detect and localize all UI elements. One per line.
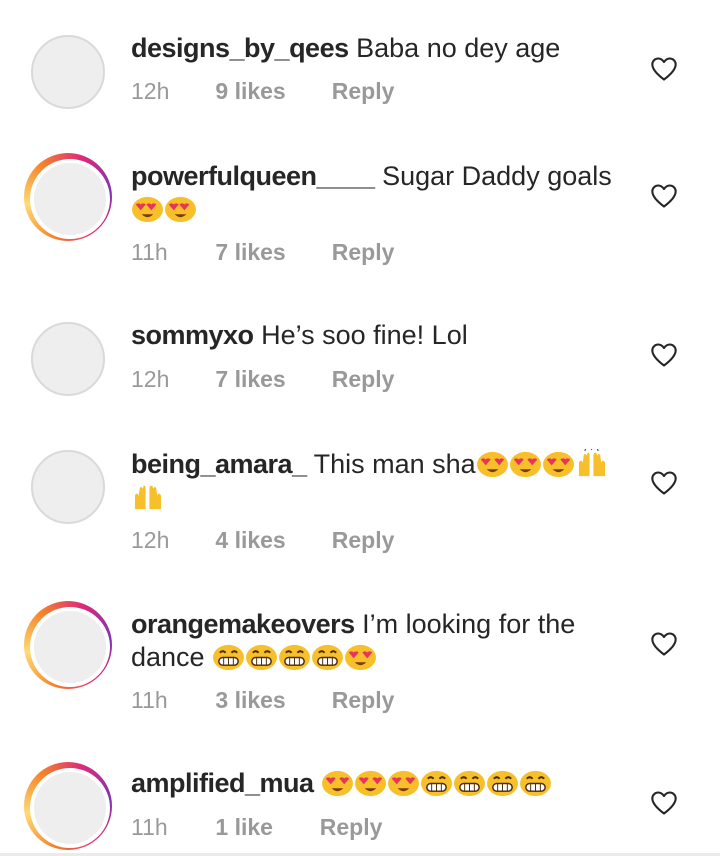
heart-eyes-emoji [476, 451, 508, 478]
comment-time: 12h [131, 78, 170, 104]
reply-button[interactable]: Reply [332, 366, 395, 393]
grinning-emoji [421, 770, 453, 797]
comment-time: 12h [131, 527, 170, 553]
grinning-emoji [279, 644, 311, 671]
heart-outline-icon[interactable] [650, 342, 678, 368]
grinning-emoji [520, 770, 552, 797]
heart-eyes-emoji [322, 770, 354, 797]
heart-eyes-emoji [509, 451, 541, 478]
avatar[interactable] [31, 322, 105, 396]
comment-text: This man sha [313, 449, 476, 479]
comment-username[interactable]: sommyxo [131, 320, 254, 350]
comment-likes[interactable]: 3 likes [215, 687, 325, 714]
comment-username[interactable]: orangemakeovers [131, 609, 355, 639]
comment-username[interactable]: being_amara_ [131, 449, 307, 479]
emoji-row [476, 449, 608, 479]
comment-likes[interactable]: 9 likes [215, 78, 325, 105]
comment-likes[interactable]: 7 likes [215, 239, 325, 266]
comment-time: 11h [131, 687, 168, 713]
emoji-row [131, 482, 164, 512]
comment-text: Baba no dey age [356, 33, 561, 63]
comment-text: He’s soo fine! Lol [261, 320, 468, 350]
comment-likes[interactable]: 7 likes [215, 366, 325, 393]
emoji-row [131, 194, 197, 224]
comment-username[interactable]: designs_by_qees [131, 33, 349, 63]
comment-text: Sugar Daddy goals [382, 161, 612, 191]
comment-username[interactable]: amplified_mua [131, 768, 314, 798]
raised-hands-emoji [134, 485, 162, 510]
avatar[interactable] [24, 601, 112, 689]
grinning-emoji [213, 644, 245, 671]
heart-outline-icon[interactable] [650, 790, 678, 816]
avatar[interactable] [24, 153, 112, 241]
heart-outline-icon[interactable] [650, 183, 678, 209]
comment-time: 12h [131, 366, 170, 392]
heart-eyes-emoji [132, 196, 163, 223]
heart-eyes-emoji [355, 770, 387, 797]
heart-outline-icon[interactable] [650, 470, 678, 496]
comments-list: designs_by_qees Baba no dey age 12h 9 li… [0, 0, 720, 856]
grinning-emoji [487, 770, 519, 797]
heart-outline-icon[interactable] [650, 631, 678, 657]
reply-button[interactable]: Reply [320, 814, 383, 841]
grinning-emoji [454, 770, 486, 797]
avatar[interactable] [31, 35, 105, 109]
emoji-row [212, 642, 377, 672]
comment-time: 11h [131, 239, 168, 265]
grinning-emoji [312, 644, 344, 671]
heart-eyes-emoji [165, 196, 196, 223]
heart-outline-icon[interactable] [650, 56, 678, 82]
comment-time: 11h [131, 814, 168, 840]
reply-button[interactable]: Reply [332, 687, 395, 714]
grinning-emoji [246, 644, 278, 671]
heart-eyes-emoji [345, 644, 377, 671]
comment-likes[interactable]: 1 like [215, 814, 313, 841]
comment-likes[interactable]: 4 likes [215, 527, 325, 554]
reply-button[interactable]: Reply [332, 527, 395, 554]
avatar[interactable] [24, 762, 112, 850]
heart-eyes-emoji [542, 451, 574, 478]
reply-button[interactable]: Reply [332, 78, 395, 105]
comment-username[interactable]: powerfulqueen____ [131, 161, 375, 191]
emoji-row [321, 768, 552, 798]
raised-hands-emoji [578, 449, 605, 477]
avatar[interactable] [31, 450, 105, 524]
reply-button[interactable]: Reply [332, 239, 395, 266]
heart-eyes-emoji [388, 770, 420, 797]
